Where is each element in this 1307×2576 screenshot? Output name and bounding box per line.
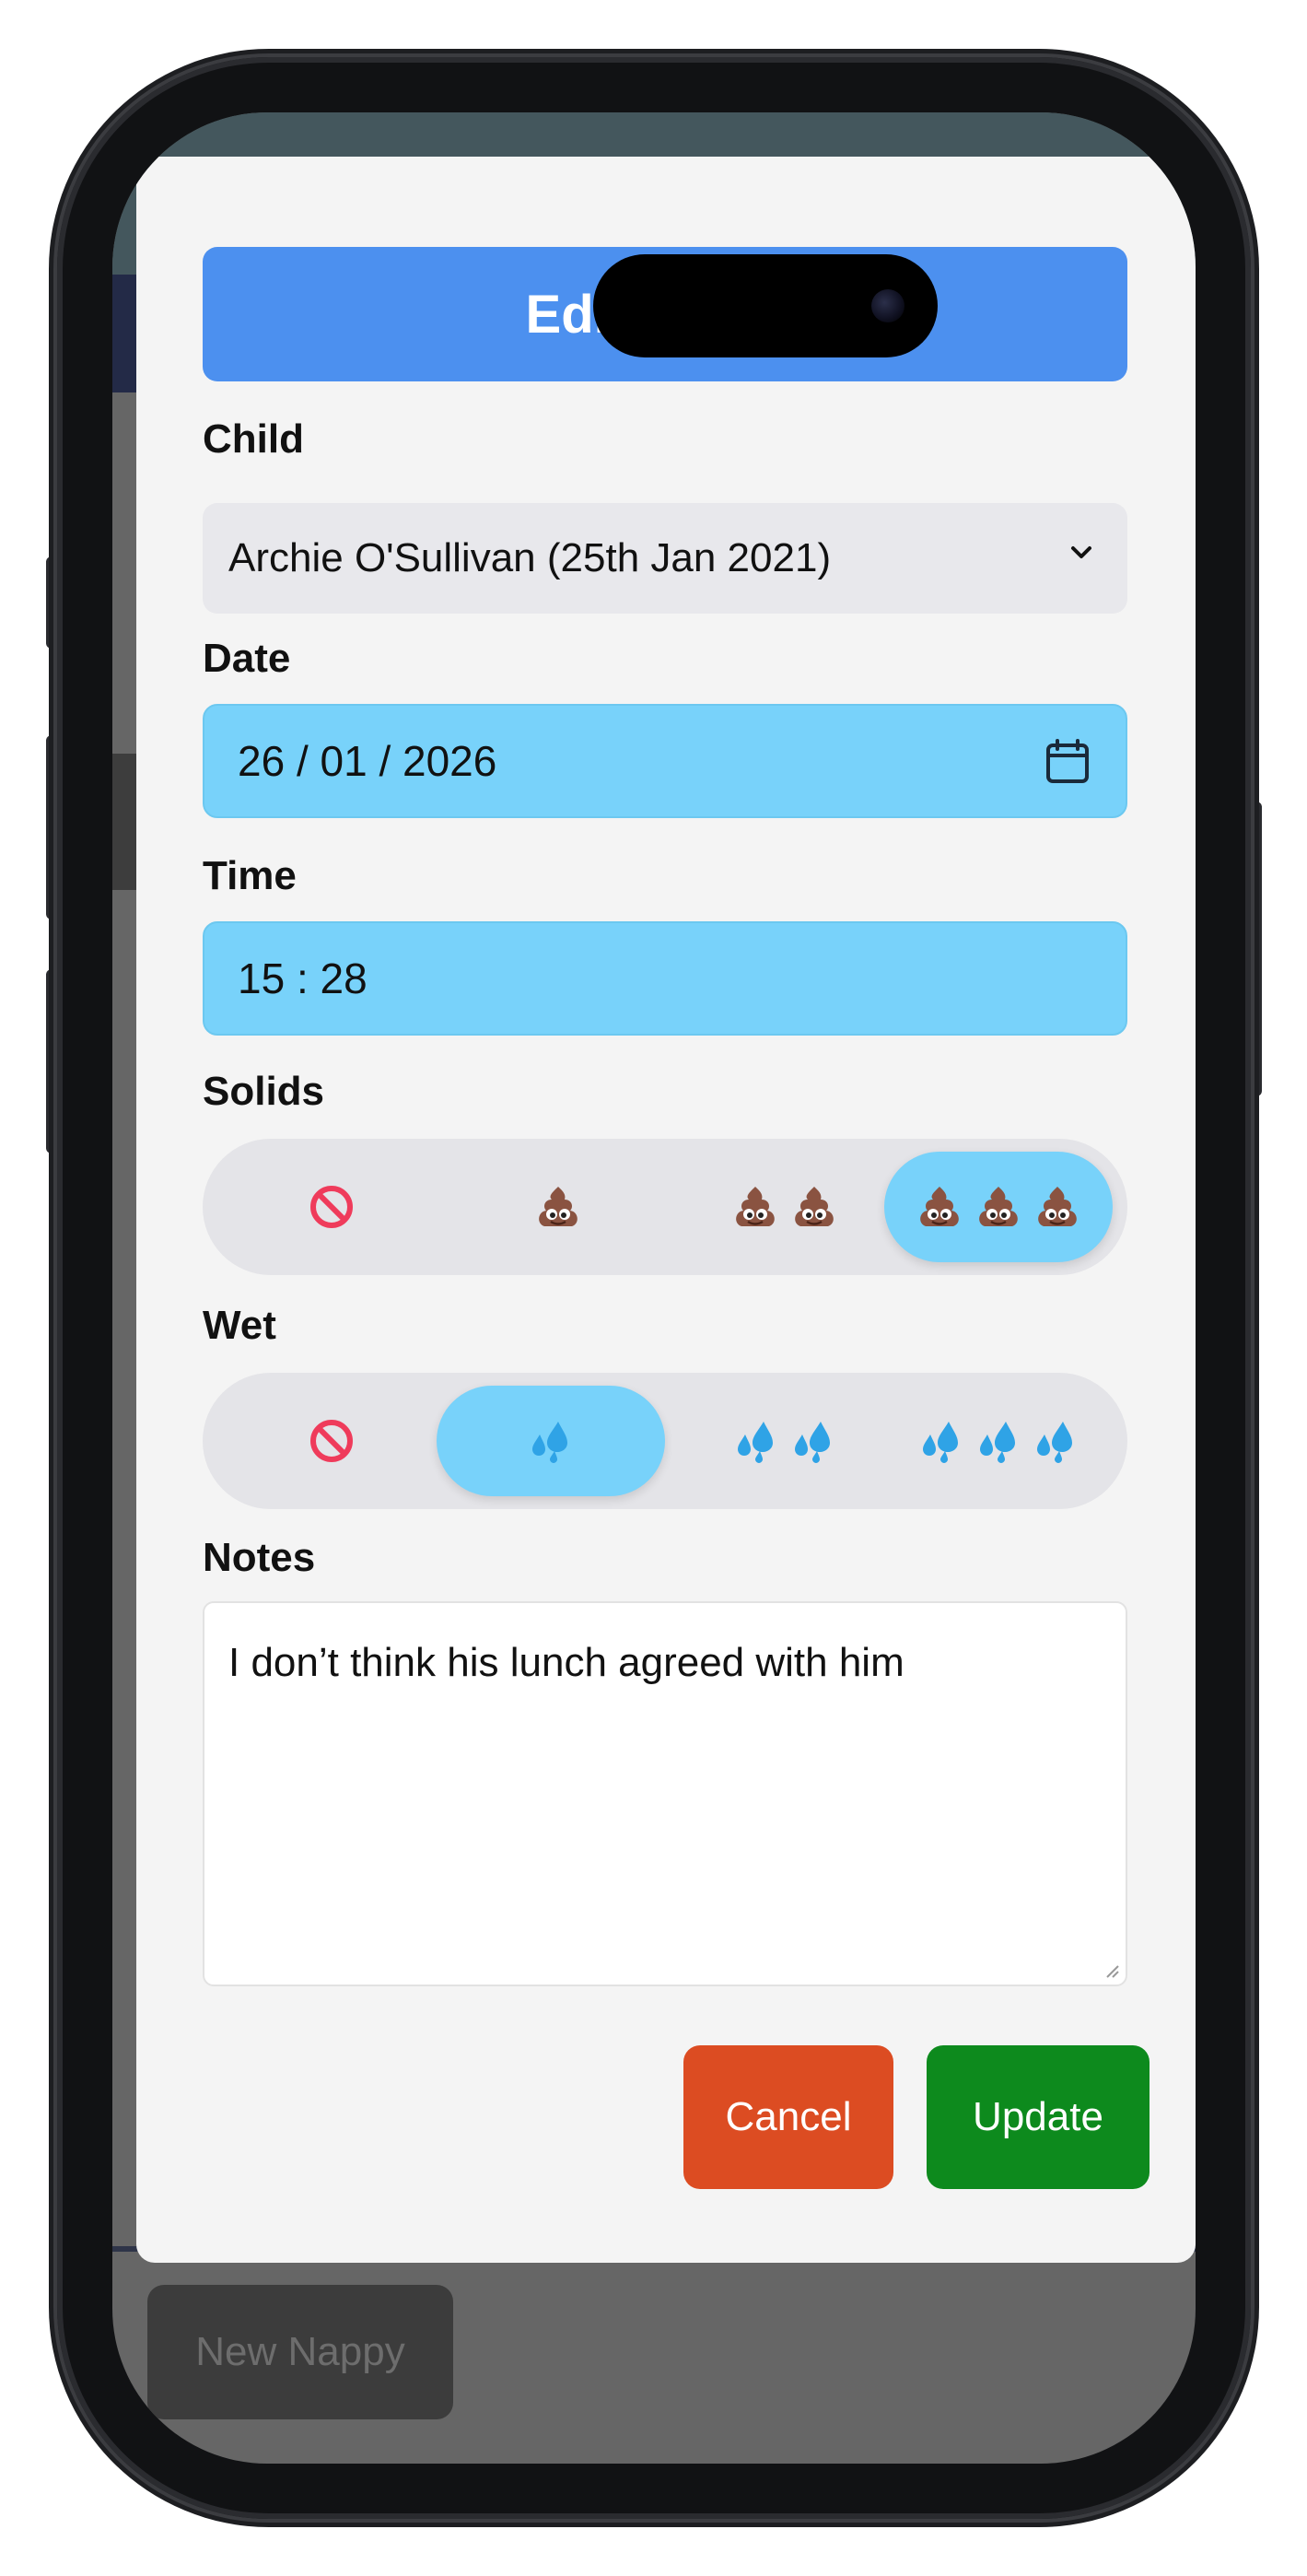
wet-option-3[interactable] [884,1386,1113,1496]
wet-label: Wet [203,1303,276,1348]
wet-option-2[interactable] [671,1386,899,1496]
cancel-button[interactable]: Cancel [683,2045,893,2189]
time-value: 15 : 28 [238,954,368,1002]
update-button[interactable]: Update [927,2045,1149,2189]
droplets-icon [923,1422,958,1463]
solids-selector [203,1139,1127,1275]
time-input[interactable]: 15 : 28 [203,921,1127,1036]
poo-icon [1038,1187,1077,1226]
notes-value: I don’t think his lunch agreed with him [228,1640,904,1685]
solids-option-none[interactable] [217,1152,446,1262]
wet-selector [203,1373,1127,1509]
solids-option-2[interactable] [671,1152,899,1262]
droplets-icon [738,1422,773,1463]
child-label: Child [203,416,304,462]
camera-icon [871,289,904,322]
calendar-icon[interactable] [1043,737,1092,787]
child-select-value: Archie O'Sullivan (25th Jan 2021) [228,535,832,580]
date-label: Date [203,636,291,681]
none-icon [310,1420,353,1462]
date-input[interactable]: 26 / 01 / 2026 [203,704,1127,818]
none-icon [310,1186,353,1228]
notes-label: Notes [203,1535,316,1580]
poo-icon [979,1187,1018,1226]
droplets-icon [532,1422,567,1463]
wet-option-1[interactable] [437,1386,665,1496]
new-nappy-button: New Nappy [147,2285,453,2419]
droplets-icon [795,1422,830,1463]
poo-icon [795,1187,834,1226]
solids-option-3[interactable] [884,1152,1113,1262]
time-label: Time [203,853,297,898]
poo-icon [539,1187,578,1226]
wet-option-none[interactable] [217,1386,446,1496]
date-value: 26 / 01 / 2026 [238,737,497,785]
dynamic-island [593,254,938,357]
power-button [1249,802,1262,1096]
droplets-icon [980,1422,1015,1463]
poo-icon [736,1187,775,1226]
solids-option-1[interactable] [444,1152,672,1262]
notes-textarea[interactable]: I don’t think his lunch agreed with him [203,1601,1127,1986]
solids-label: Solids [203,1069,325,1114]
resize-handle-icon[interactable] [1103,1962,1120,1979]
phone-screen: New Nappy Edit Nappy Child Archie O'Sull… [112,112,1196,2464]
edit-nappy-modal: Edit Nappy Child Archie O'Sullivan (25th… [136,157,1196,2263]
chevron-down-icon [1071,546,1091,558]
child-select[interactable]: Archie O'Sullivan (25th Jan 2021) [203,503,1127,614]
droplets-icon [1037,1422,1072,1463]
poo-icon [920,1187,959,1226]
